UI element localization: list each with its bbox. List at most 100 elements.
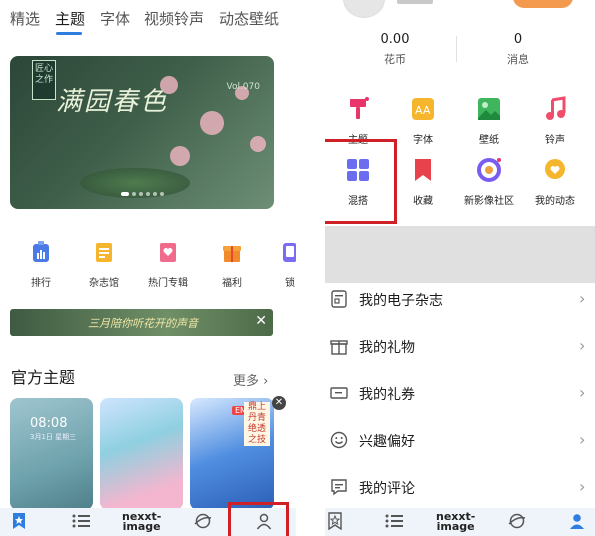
carousel-indicator [10, 181, 274, 200]
profile-header: 0.00 花币 0 消息 [325, 0, 595, 76]
grid-label: 收藏 [413, 196, 433, 207]
promo-text: 三月陪你听花开的声音 [88, 317, 198, 330]
grid-item-favorites[interactable]: 收藏 [392, 157, 454, 207]
tab-themes[interactable]: 主题 [55, 8, 85, 29]
theme-card[interactable]: EMI 鼎上丹青 绝透之技 [190, 398, 274, 510]
coupon-icon [330, 387, 348, 399]
shortcut-label: 排行 [31, 278, 51, 289]
star-bookmark-icon [13, 513, 25, 529]
home-tab[interactable] [11, 512, 27, 530]
planet-icon [194, 513, 212, 529]
tab-fonts[interactable]: 字体 [100, 8, 130, 29]
heart-bubble-icon [545, 159, 565, 179]
banner-badge: 匠心之作 [32, 60, 56, 100]
username-placeholder [397, 0, 433, 4]
grid-label: 壁纸 [479, 135, 499, 146]
discover-tab[interactable] [194, 512, 212, 530]
shortcut-lock-screen[interactable]: 锁 [260, 240, 296, 289]
font-icon: AA [412, 98, 434, 120]
sign-in-button[interactable] [513, 0, 573, 8]
shortcut-magazine[interactable]: 杂志馆 [74, 240, 134, 289]
menu-my-gifts[interactable]: 我的礼物 › [325, 327, 595, 367]
menu-my-magazines[interactable]: 我的电子杂志 › [325, 280, 595, 320]
avatar[interactable] [343, 0, 385, 18]
carousel-dot [131, 192, 136, 196]
more-label: 更多 [233, 374, 260, 389]
highlight-frame [228, 502, 289, 536]
messages-stat[interactable]: 0 消息 [468, 32, 568, 67]
grid-item-my-posts[interactable]: 我的动态 [524, 157, 586, 207]
close-icon[interactable]: ✕ [272, 396, 286, 410]
person-icon [570, 514, 584, 529]
gift-icon [223, 246, 241, 262]
tab-live-wallpapers[interactable]: 动态壁纸 [219, 8, 279, 29]
grid-label: 我的动态 [535, 196, 575, 207]
shortcut-label: 福利 [222, 278, 242, 289]
placeholder-block [325, 226, 595, 283]
featured-banner[interactable]: 匠心之作 满园春色 Vol.070 [10, 56, 274, 209]
divider [456, 36, 457, 62]
promo-banner[interactable]: 三月陪你听花开的声音 ✕ [10, 309, 273, 336]
highlight-frame [325, 139, 397, 224]
grid-item-wallpapers[interactable]: 壁纸 [458, 96, 520, 146]
lock-screen-icon [283, 243, 296, 262]
blossom-decoration [170, 146, 190, 166]
banner-volume: Vol.070 [226, 82, 260, 92]
blossom-decoration [250, 136, 266, 152]
card-poem: 鼎上丹青 绝透之技 [244, 402, 270, 446]
section-title: 官方主题 [11, 368, 76, 387]
carousel-dot [138, 192, 143, 196]
logo-line: image [436, 520, 475, 533]
menu-interests[interactable]: 兴趣偏好 › [325, 421, 595, 461]
bookmark-icon [415, 159, 431, 181]
magazine-icon [96, 243, 112, 262]
more-link[interactable]: 更多 › [233, 370, 268, 389]
category-tab[interactable] [384, 512, 404, 530]
discover-tab[interactable] [508, 512, 526, 530]
tab-video-ringtones[interactable]: 视频铃声 [144, 8, 204, 29]
banner-title: 满园春色 [56, 87, 169, 117]
menu-my-comments[interactable]: 我的评论 › [325, 468, 595, 508]
planet-icon [508, 513, 526, 529]
stat-label: 消息 [507, 53, 529, 66]
profile-tab[interactable] [568, 512, 586, 530]
stat-value: 0.00 [380, 32, 410, 47]
shortcut-label: 锁 [285, 278, 295, 289]
list-icon [72, 514, 90, 528]
blossom-decoration [200, 111, 224, 135]
grid-item-community[interactable]: 新影像社区 [458, 157, 520, 207]
shortcut-label: 热门专辑 [148, 278, 188, 289]
tab-featured[interactable]: 精选 [10, 8, 40, 29]
shortcut-ranking[interactable]: 排行 [11, 240, 71, 289]
carousel-dot [120, 192, 129, 196]
grid-item-fonts[interactable]: AA 字体 [392, 96, 454, 146]
ranking-icon [33, 241, 49, 262]
carousel-dot [152, 192, 157, 196]
grid-label: 铃声 [545, 135, 565, 146]
music-note-icon [546, 96, 566, 120]
top-tabs: 精选 主题 字体 视频铃声 动态壁纸 [10, 8, 296, 35]
category-tab[interactable] [71, 512, 91, 530]
stat-label: 花币 [384, 53, 406, 66]
watermark-logo: nexxt-image [436, 511, 475, 533]
shortcut-welfare[interactable]: 福利 [202, 240, 262, 289]
grid-label: 新影像社区 [464, 196, 514, 207]
close-icon[interactable]: ✕ [255, 313, 267, 329]
carousel-dot [159, 192, 164, 196]
magazine-icon [331, 290, 347, 308]
theme-card[interactable] [100, 398, 183, 510]
active-tab-indicator [56, 32, 82, 35]
grid-item-ringtones[interactable]: 铃声 [524, 96, 586, 146]
menu-my-coupons[interactable]: 我的礼券 › [325, 374, 595, 414]
chevron-right-icon: › [263, 374, 269, 389]
home-tab[interactable] [327, 512, 343, 530]
menu-label: 我的礼券 [359, 387, 415, 403]
theme-card[interactable]: 08:08 3月1日 星期三 [10, 398, 93, 510]
card-time: 08:08 [30, 416, 68, 431]
chevron-right-icon: › [579, 430, 586, 449]
coins-stat[interactable]: 0.00 花币 [345, 32, 445, 67]
shortcut-hot-albums[interactable]: 热门专辑 [138, 240, 198, 289]
carousel-dot [145, 192, 150, 196]
comment-icon [331, 479, 347, 496]
chevron-right-icon: › [579, 477, 586, 496]
